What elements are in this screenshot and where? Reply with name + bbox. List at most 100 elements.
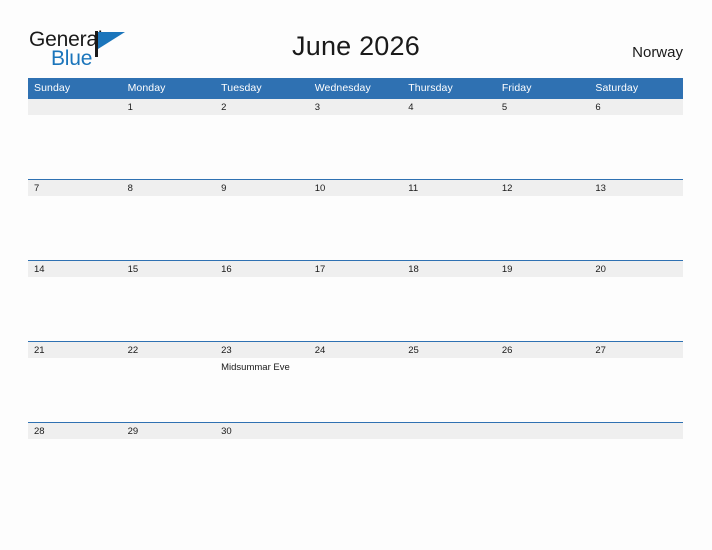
calendar-day-cell[interactable]: 1: [121, 98, 216, 179]
weekday-header-saturday: Saturday: [589, 78, 683, 98]
calendar-day-cell[interactable]: 24: [308, 341, 403, 422]
calendar-week-row: 14 15 16 17 18 19 20: [28, 260, 683, 341]
calendar-day-bar: 18: [402, 260, 496, 277]
calendar-day-cell[interactable]: 6: [589, 98, 683, 179]
locale-label: Norway: [632, 44, 683, 61]
calendar-day-cell[interactable]: 14: [28, 260, 122, 341]
calendar-day-cell[interactable]: 29: [121, 422, 216, 444]
calendar-day: 14: [28, 260, 122, 341]
calendar-week-row: 21 22 23 Midsummar Eve 24 25 26 27: [28, 341, 683, 422]
calendar-day-bar: 12: [495, 179, 590, 196]
weekday-header-monday: Monday: [121, 78, 216, 98]
calendar-day-bar: 8: [121, 179, 216, 196]
calendar-day-cell[interactable]: [308, 422, 403, 444]
calendar-day-bar: [28, 98, 122, 115]
calendar-day-bar: 22: [121, 341, 216, 358]
calendar-day-bar: 13: [589, 179, 683, 196]
calendar-day-number: 17: [314, 264, 326, 275]
calendar-day-bar: 20: [589, 260, 683, 277]
calendar-day-bar: 11: [402, 179, 496, 196]
calendar-day: 2: [215, 98, 309, 179]
calendar-day-cell[interactable]: 8: [121, 179, 216, 260]
calendar-day-cell[interactable]: 17: [308, 260, 403, 341]
calendar-day-cell[interactable]: [402, 422, 496, 444]
calendar-day-number: 18: [408, 264, 419, 275]
calendar-day: 16: [215, 260, 309, 341]
calendar-week-row: 28 29 30: [28, 422, 683, 444]
calendar-day-bar: 28: [28, 422, 122, 439]
calendar-day-cell[interactable]: [28, 98, 122, 179]
calendar-day-bar: 27: [589, 341, 683, 358]
calendar-day-cell[interactable]: 22: [121, 341, 216, 422]
calendar-day: 27: [589, 341, 683, 422]
calendar-day-cell[interactable]: 15: [121, 260, 216, 341]
calendar-day-bar: 30: [215, 422, 309, 439]
calendar-day-number: 5: [501, 102, 508, 113]
calendar-day: 30: [215, 422, 309, 444]
calendar-day-number: 6: [595, 102, 601, 113]
calendar-day-cell[interactable]: 16: [215, 260, 309, 341]
calendar-day-bar: 10: [308, 179, 403, 196]
calendar-day-cell[interactable]: 4: [402, 98, 496, 179]
calendar-day-number: 24: [314, 345, 326, 356]
calendar-day: 1: [121, 98, 216, 179]
calendar-day-cell[interactable]: 19: [495, 260, 590, 341]
calendar-day-number: 29: [127, 426, 139, 437]
calendar-day-cell[interactable]: 2: [215, 98, 309, 179]
calendar-day-number: 1: [127, 102, 133, 113]
calendar-day-events: Midsummar Eve: [215, 358, 309, 374]
calendar-day-number: 25: [408, 345, 419, 356]
calendar-day-bar: 21: [28, 341, 122, 358]
calendar-day-cell[interactable]: 7: [28, 179, 122, 260]
calendar-day-cell[interactable]: 3: [308, 98, 403, 179]
calendar-day: 11: [402, 179, 496, 260]
calendar-day-number: 9: [221, 183, 227, 194]
calendar-day-number: 2: [221, 102, 227, 113]
calendar-day-cell[interactable]: 5: [495, 98, 590, 179]
calendar-day-number: 12: [501, 183, 513, 194]
calendar-day-cell[interactable]: 9: [215, 179, 309, 260]
calendar-day: 28: [28, 422, 122, 444]
calendar-day-bar: [402, 422, 496, 439]
calendar-day: 6: [589, 98, 683, 179]
calendar-day-cell[interactable]: 10: [308, 179, 403, 260]
calendar-day-cell[interactable]: 30: [215, 422, 309, 444]
calendar-day-cell[interactable]: 18: [402, 260, 496, 341]
calendar-day-bar: 24: [308, 341, 403, 358]
weekday-header-tuesday: Tuesday: [215, 78, 309, 98]
calendar-day-bar: 5: [495, 98, 590, 115]
calendar-day: 8: [121, 179, 216, 260]
calendar-day-cell[interactable]: [495, 422, 590, 444]
calendar-day-cell[interactable]: 13: [589, 179, 683, 260]
calendar-day: 13: [589, 179, 683, 260]
calendar-day-cell[interactable]: 25: [402, 341, 496, 422]
calendar-day-bar: [589, 422, 683, 439]
calendar-day: 29: [121, 422, 216, 444]
calendar-day: 17: [308, 260, 403, 341]
calendar-day-number: 30: [221, 426, 232, 437]
calendar-day: 5: [495, 98, 590, 179]
calendar-day-cell[interactable]: 28: [28, 422, 122, 444]
calendar-day-cell[interactable]: 11: [402, 179, 496, 260]
calendar-day-bar: 29: [121, 422, 216, 439]
calendar-day-cell[interactable]: 27: [589, 341, 683, 422]
calendar-day-cell[interactable]: 20: [589, 260, 683, 341]
calendar-day-cell[interactable]: 12: [495, 179, 590, 260]
calendar-body: 1 2 3 4 5 6 7 8 9 10 11 12 13 14 15 16 17 18 19 20 21 22 23 Mid…: [28, 98, 683, 444]
calendar-day-cell[interactable]: [589, 422, 683, 444]
calendar-day: 12: [495, 179, 590, 260]
calendar-week-row: 7 8 9 10 11 12 13: [28, 179, 683, 260]
calendar-day: 22: [121, 341, 216, 422]
calendar-day-number: 3: [314, 102, 320, 113]
weekday-header-sunday: Sunday: [28, 78, 122, 98]
calendar-day: 20: [589, 260, 683, 341]
calendar-day-number: 13: [595, 183, 606, 194]
calendar-day-bar: 6: [589, 98, 683, 115]
calendar-day-cell[interactable]: 23 Midsummar Eve: [215, 341, 309, 422]
calendar-day-bar: 9: [215, 179, 309, 196]
calendar-day-bar: 3: [308, 98, 403, 115]
calendar-day-cell[interactable]: 26: [495, 341, 590, 422]
calendar-day: 19: [495, 260, 590, 341]
calendar-day: 4: [402, 98, 496, 179]
calendar-day-cell[interactable]: 21: [28, 341, 122, 422]
